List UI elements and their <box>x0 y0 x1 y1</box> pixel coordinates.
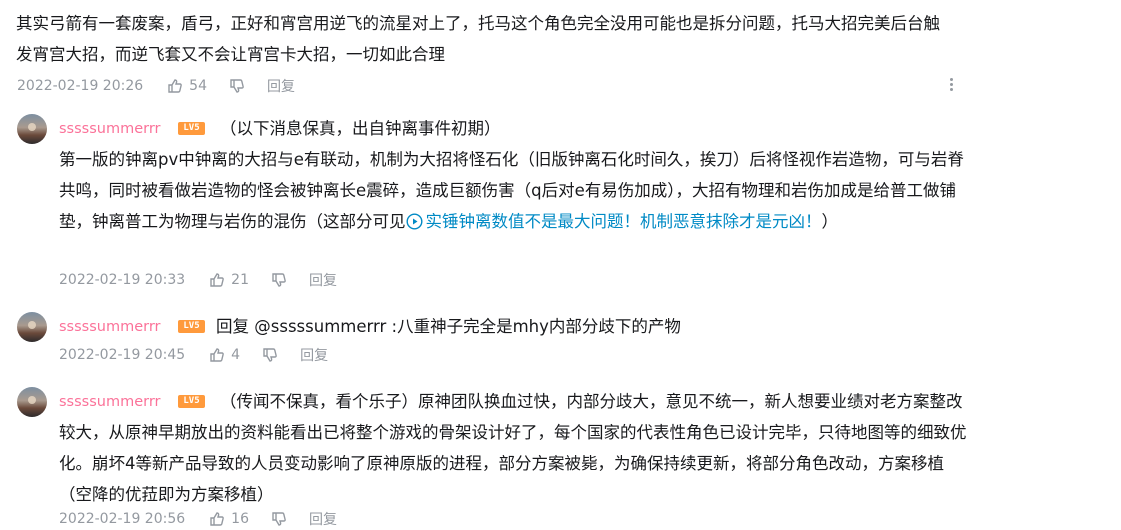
top-comment-text: 其实弓箭有一套废案，盾弓，正好和宵宫用逆飞的流星对上了，托马这个角色完全没用可能… <box>16 14 940 64</box>
reply-meta: 2022-02-19 20:56 16 回复 <box>59 508 337 530</box>
dislike-icon <box>272 273 286 287</box>
like-count: 21 <box>231 272 249 288</box>
avatar[interactable] <box>17 312 47 342</box>
dislike-button[interactable] <box>271 511 287 527</box>
comment-time: 2022-02-19 20:33 <box>59 272 186 288</box>
video-link[interactable]: 实锤钟离数值不是最大问题！机制恶意抹除才是元凶！ <box>405 212 822 231</box>
reply-text: （以下消息保真，出自钟离事件初期） 第一版的钟离pv中钟离的大招与e有联动，机制… <box>59 113 969 237</box>
mention-link[interactable]: @sssssummerrr <box>254 317 386 336</box>
like-icon <box>210 348 225 362</box>
like-button[interactable]: 21 <box>209 272 249 288</box>
reply-button[interactable]: 回复 <box>300 345 328 365</box>
play-link-icon <box>405 213 423 230</box>
reply-text-body: :八重神子完全是mhy内部分歧下的产物 <box>386 317 681 336</box>
like-button[interactable]: 4 <box>209 347 240 363</box>
reply-button[interactable]: 回复 <box>309 270 337 290</box>
reply-meta: 2022-02-19 20:45 4 回复 <box>59 344 328 366</box>
comment-time: 2022-02-19 20:26 <box>17 78 144 94</box>
reply-button[interactable]: 回复 <box>309 509 337 529</box>
reply-text-end: ） <box>821 212 839 231</box>
more-icon[interactable] <box>946 76 956 96</box>
dislike-button[interactable] <box>229 78 245 94</box>
dislike-icon <box>230 79 244 93</box>
like-icon <box>210 273 225 287</box>
level-badge: LV5 <box>178 320 205 333</box>
comment-time: 2022-02-19 20:45 <box>59 347 186 363</box>
comment-time: 2022-02-19 20:56 <box>59 511 186 527</box>
reply-text: （传闻不保真，看个乐子）原神团队换血过快，内部分歧大，意见不统一，新人想要业绩对… <box>59 392 967 504</box>
reply-meta: 2022-02-19 20:33 21 回复 <box>59 269 337 291</box>
like-count: 16 <box>231 511 249 527</box>
username[interactable]: sssssummerrr <box>59 316 161 338</box>
dislike-icon <box>272 512 286 526</box>
like-button[interactable]: 54 <box>167 78 207 94</box>
top-comment-meta: 2022-02-19 20:26 54 回复 <box>17 75 295 97</box>
reply-prefix: 回复 <box>216 317 255 336</box>
dislike-button[interactable] <box>271 272 287 288</box>
avatar[interactable] <box>17 114 47 144</box>
dislike-icon <box>263 348 277 362</box>
reply-button[interactable]: 回复 <box>267 76 295 96</box>
like-icon <box>210 512 225 526</box>
like-count: 54 <box>189 78 207 94</box>
reply-text: 回复 @sssssummerrr :八重神子完全是mhy内部分歧下的产物 <box>216 311 976 342</box>
avatar[interactable] <box>17 387 47 417</box>
dislike-button[interactable] <box>262 347 278 363</box>
like-count: 4 <box>231 347 241 363</box>
like-button[interactable]: 16 <box>209 511 249 527</box>
like-icon <box>168 79 183 93</box>
video-link-text[interactable]: 实锤钟离数值不是最大问题！机制恶意抹除才是元凶！ <box>426 212 822 231</box>
